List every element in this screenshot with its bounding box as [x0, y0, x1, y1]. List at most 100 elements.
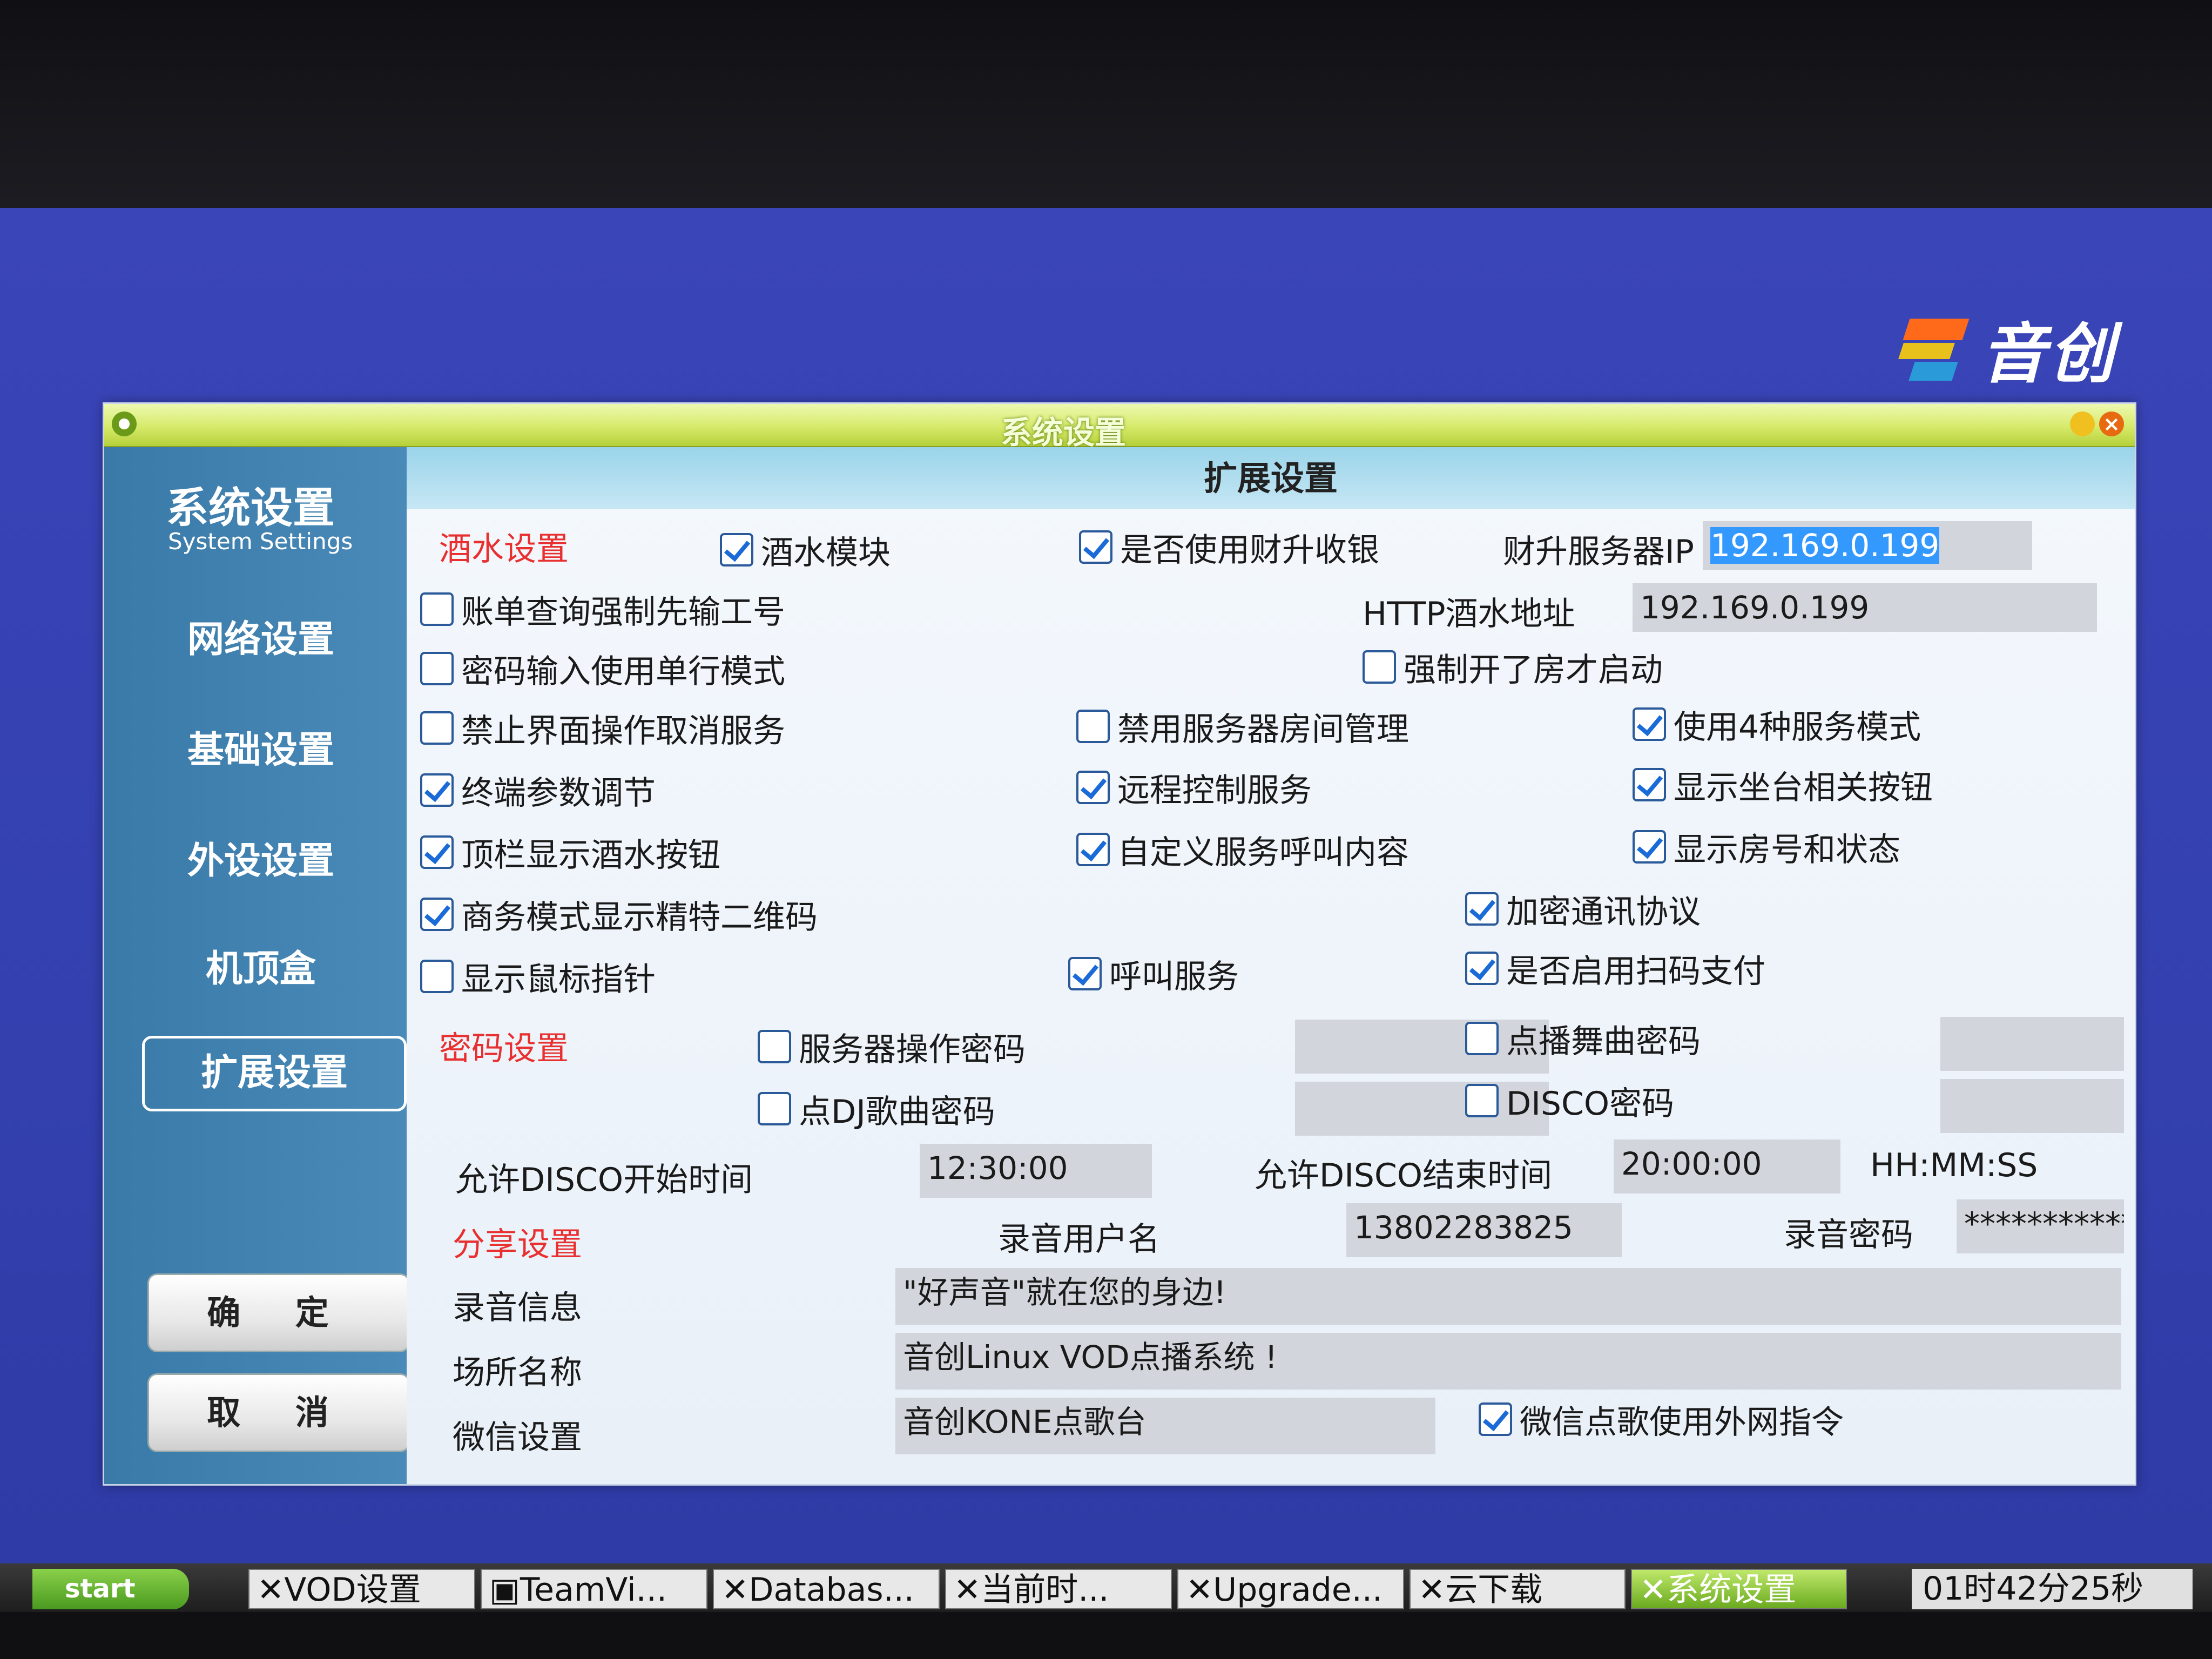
start-button[interactable]: start [32, 1569, 189, 1609]
time-format-hint: HH:MM:SS [1870, 1147, 2038, 1184]
checkbox-dj-pwd[interactable]: 点DJ歌曲密码 [758, 1090, 995, 1131]
rec-user-label: 录音用户名 [998, 1220, 1160, 1258]
brand-name: 音创 [1981, 317, 2117, 392]
window-titlebar[interactable]: 系统设置 × [104, 404, 2135, 451]
checkbox-checked-icon [1076, 771, 1110, 804]
section-drinks: 酒水设置 [439, 530, 569, 568]
taskbar-item-system-settings[interactable]: ✕系统设置 [1631, 1569, 1847, 1609]
checkbox-custom-call[interactable]: 自定义服务呼叫内容 [1076, 831, 1409, 872]
section-password: 密码设置 [439, 1030, 569, 1068]
checkbox-server-pwd[interactable]: 服务器操作密码 [758, 1028, 1026, 1069]
panel-title: 扩展设置 [407, 447, 2135, 509]
checkbox-use-caisheng[interactable]: 是否使用财升收银 [1079, 528, 1379, 569]
disco-start-label: 允许DISCO开始时间 [455, 1161, 753, 1199]
dance-pwd-input[interactable] [1940, 1017, 2124, 1071]
checkbox-biz-qrcode[interactable]: 商务模式显示精特二维码 [420, 895, 818, 936]
venue-input[interactable]: 音创Linux VOD点播系统 ! [895, 1333, 2121, 1390]
checkbox-checked-icon [1079, 530, 1112, 564]
rec-info-label: 录音信息 [453, 1289, 582, 1327]
checkbox-checked-icon [1633, 830, 1666, 864]
section-share: 分享设置 [453, 1226, 582, 1264]
disco-start-input[interactable]: 12:30:00 [920, 1144, 1152, 1198]
taskbar: start ✕VOD设置 ▣TeamVi... ✕Databas... ✕当前时… [0, 1563, 2212, 1615]
checkbox-checked-icon [1465, 892, 1499, 926]
checkbox-checked-icon [420, 835, 454, 869]
wechat-label: 微信设置 [453, 1419, 582, 1456]
checkbox-unchecked-icon [420, 652, 454, 685]
sidebar: 系统设置 System Settings 网络设置 基础设置 外设设置 机顶盒 … [104, 447, 410, 1484]
checkbox-scan-pay[interactable]: 是否启用扫码支付 [1465, 949, 1765, 990]
checkbox-forbid-cancel[interactable]: 禁止界面操作取消服务 [420, 709, 785, 750]
rec-info-input[interactable]: "好声音"就在您的身边! [895, 1268, 2121, 1325]
checkbox-checked-icon [1633, 768, 1666, 801]
sidebar-item-basic[interactable]: 基础设置 [158, 720, 363, 773]
taskbar-item-teamviewer[interactable]: ▣TeamVi... [481, 1569, 707, 1609]
checkbox-force-open-room[interactable]: 强制开了房才启动 [1363, 648, 1663, 689]
taskbar-item-cloud-download[interactable]: ✕云下载 [1410, 1569, 1626, 1609]
checkbox-bill-query[interactable]: 账单查询强制先输工号 [420, 590, 785, 631]
wechat-input[interactable]: 音创KONE点歌台 [895, 1398, 1435, 1454]
rec-pwd-input[interactable]: *********** [1957, 1199, 2124, 1253]
brand-logo: 音创 [1898, 305, 2117, 392]
checkbox-checked-icon [1076, 833, 1110, 866]
disco-pwd-input[interactable] [1940, 1079, 2124, 1133]
sidebar-item-settop-box[interactable]: 机顶盒 [158, 939, 363, 992]
sidebar-title: 系统设置 [166, 484, 335, 532]
taskbar-item-upgrade[interactable]: ✕Upgrade... [1177, 1569, 1404, 1609]
checkbox-disable-room-mgmt[interactable]: 禁用服务器房间管理 [1076, 707, 1409, 748]
checkbox-topbar-drinks[interactable]: 顶栏显示酒水按钮 [420, 833, 720, 874]
checkbox-checked-icon [420, 898, 454, 931]
checkbox-unchecked-icon [1076, 710, 1110, 743]
checkbox-checked-icon [1068, 957, 1102, 990]
checkbox-unchecked-icon [758, 1092, 791, 1125]
checkbox-checked-icon [1479, 1402, 1512, 1436]
window-title: 系统设置 [1001, 414, 1127, 451]
checkbox-dance-pwd[interactable]: 点播舞曲密码 [1465, 1020, 1701, 1061]
taskbar-item-database[interactable]: ✕Databas... [713, 1569, 940, 1609]
close-icon[interactable]: × [2099, 412, 2124, 436]
checkbox-drinks-module[interactable]: 酒水模块 [720, 531, 891, 572]
http-addr-label: HTTP酒水地址 [1363, 595, 1575, 633]
checkbox-encrypt-protocol[interactable]: 加密通讯协议 [1465, 890, 1701, 931]
checkbox-four-modes[interactable]: 使用4种服务模式 [1633, 705, 1921, 746]
settings-window: 系统设置 × 系统设置 System Settings 网络设置 基础设置 外设… [103, 402, 2136, 1486]
checkbox-unchecked-icon [420, 592, 454, 626]
extended-settings-panel: 扩展设置 酒水设置 酒水模块 是否使用财升收银 财升服务器IP 192.169.… [407, 447, 2135, 1484]
restore-icon[interactable] [2070, 412, 2095, 436]
checkbox-checked-icon [1465, 952, 1499, 985]
venue-label: 场所名称 [453, 1354, 582, 1392]
checkbox-unchecked-icon [1363, 650, 1396, 684]
checkbox-checked-icon [720, 533, 753, 567]
checkbox-remote-control[interactable]: 远程控制服务 [1076, 768, 1312, 810]
checkbox-show-desk-buttons[interactable]: 显示坐台相关按钮 [1633, 766, 1933, 807]
checkbox-terminal-params[interactable]: 终端参数调节 [420, 771, 656, 812]
monitor-bezel-top [0, 0, 2212, 208]
rec-user-input[interactable]: 13802283825 [1346, 1203, 1622, 1257]
sidebar-item-network[interactable]: 网络设置 [158, 609, 363, 663]
disco-end-input[interactable]: 20:00:00 [1614, 1139, 1840, 1193]
checkbox-wechat-external[interactable]: 微信点歌使用外网指令 [1479, 1400, 1844, 1441]
checkbox-checked-icon [420, 773, 454, 807]
checkbox-unchecked-icon [758, 1030, 791, 1063]
caisheng-ip-label: 财升服务器IP [1503, 533, 1694, 571]
checkbox-unchecked-icon [420, 960, 454, 993]
checkbox-pwd-single-line[interactable]: 密码输入使用单行模式 [420, 650, 785, 691]
checkbox-call-service[interactable]: 呼叫服务 [1068, 955, 1239, 996]
taskbar-clock: 01时42分25秒 [1912, 1569, 2193, 1609]
monitor-bezel-bottom [0, 1612, 2212, 1659]
cancel-button[interactable]: 取 消 [147, 1373, 410, 1452]
rec-pwd-label: 录音密码 [1784, 1216, 1913, 1254]
http-addr-input[interactable]: 192.169.0.199 [1633, 583, 2097, 632]
disco-end-label: 允许DISCO结束时间 [1255, 1157, 1553, 1195]
checkbox-checked-icon [1633, 707, 1666, 741]
checkbox-show-room-status[interactable]: 显示房号和状态 [1633, 828, 1900, 869]
taskbar-item-vod[interactable]: ✕VOD设置 [248, 1569, 475, 1609]
confirm-button[interactable]: 确 定 [147, 1273, 410, 1352]
sidebar-item-peripheral[interactable]: 外设设置 [158, 831, 363, 884]
checkbox-unchecked-icon [1465, 1084, 1499, 1117]
taskbar-item-current-time[interactable]: ✕当前时... [945, 1569, 1172, 1609]
checkbox-show-cursor[interactable]: 显示鼠标指针 [420, 957, 656, 999]
checkbox-disco-pwd[interactable]: DISCO密码 [1465, 1082, 1674, 1123]
sidebar-item-extended[interactable]: 扩展设置 [142, 1036, 407, 1111]
caisheng-ip-input[interactable]: 192.169.0.199 [1703, 521, 2032, 570]
